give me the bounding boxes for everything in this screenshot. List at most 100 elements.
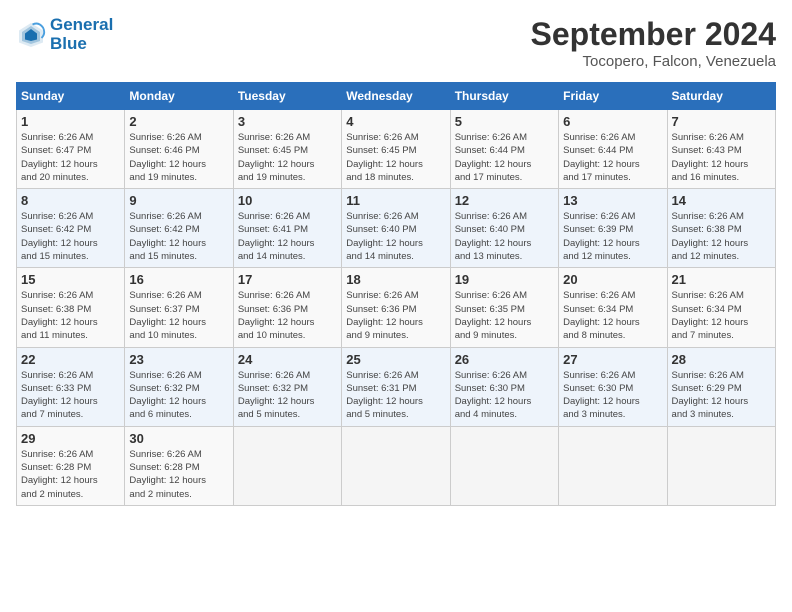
day-info: Sunrise: 6:26 AM Sunset: 6:41 PM Dayligh… bbox=[238, 210, 337, 263]
day-number: 6 bbox=[563, 114, 662, 129]
weekday-header-sunday: Sunday bbox=[17, 83, 125, 110]
week-row-4: 22 Sunrise: 6:26 AM Sunset: 6:33 PM Dayli… bbox=[17, 347, 776, 426]
day-info: Sunrise: 6:26 AM Sunset: 6:42 PM Dayligh… bbox=[129, 210, 228, 263]
day-number: 5 bbox=[455, 114, 554, 129]
day-number: 29 bbox=[21, 431, 120, 446]
day-cell bbox=[667, 426, 775, 505]
day-cell: 1 Sunrise: 6:26 AM Sunset: 6:47 PM Daylig… bbox=[17, 110, 125, 189]
day-number: 24 bbox=[238, 352, 337, 367]
day-info: Sunrise: 6:26 AM Sunset: 6:44 PM Dayligh… bbox=[455, 131, 554, 184]
day-number: 10 bbox=[238, 193, 337, 208]
day-cell: 12 Sunrise: 6:26 AM Sunset: 6:40 PM Dayli… bbox=[450, 189, 558, 268]
day-number: 8 bbox=[21, 193, 120, 208]
day-cell: 9 Sunrise: 6:26 AM Sunset: 6:42 PM Daylig… bbox=[125, 189, 233, 268]
day-info: Sunrise: 6:26 AM Sunset: 6:46 PM Dayligh… bbox=[129, 131, 228, 184]
week-row-5: 29 Sunrise: 6:26 AM Sunset: 6:28 PM Dayli… bbox=[17, 426, 776, 505]
day-number: 15 bbox=[21, 272, 120, 287]
day-info: Sunrise: 6:26 AM Sunset: 6:39 PM Dayligh… bbox=[563, 210, 662, 263]
day-cell: 30Sunrise: 6:26 AM Sunset: 6:28 PM Dayli… bbox=[125, 426, 233, 505]
day-number: 23 bbox=[129, 352, 228, 367]
day-cell: 23 Sunrise: 6:26 AM Sunset: 6:32 PM Dayli… bbox=[125, 347, 233, 426]
logo: General Blue bbox=[16, 16, 113, 53]
day-cell: 27Sunrise: 6:26 AM Sunset: 6:30 PM Dayli… bbox=[559, 347, 667, 426]
day-number: 25 bbox=[346, 352, 445, 367]
day-number: 11 bbox=[346, 193, 445, 208]
day-cell: 11 Sunrise: 6:26 AM Sunset: 6:40 PM Dayli… bbox=[342, 189, 450, 268]
day-info: Sunrise: 6:26 AM Sunset: 6:36 PM Dayligh… bbox=[346, 289, 445, 342]
week-row-3: 15Sunrise: 6:26 AM Sunset: 6:38 PM Dayli… bbox=[17, 268, 776, 347]
day-cell: 15Sunrise: 6:26 AM Sunset: 6:38 PM Dayli… bbox=[17, 268, 125, 347]
day-cell: 18 Sunrise: 6:26 AM Sunset: 6:36 PM Dayli… bbox=[342, 268, 450, 347]
weekday-header-tuesday: Tuesday bbox=[233, 83, 341, 110]
day-cell: 24 Sunrise: 6:26 AM Sunset: 6:32 PM Dayli… bbox=[233, 347, 341, 426]
weekday-header-monday: Monday bbox=[125, 83, 233, 110]
day-number: 21 bbox=[672, 272, 771, 287]
day-number: 14 bbox=[672, 193, 771, 208]
weekday-header-thursday: Thursday bbox=[450, 83, 558, 110]
day-info: Sunrise: 6:26 AM Sunset: 6:28 PM Dayligh… bbox=[129, 448, 228, 501]
calendar-table: SundayMondayTuesdayWednesdayThursdayFrid… bbox=[16, 82, 776, 506]
day-info: Sunrise: 6:26 AM Sunset: 6:32 PM Dayligh… bbox=[129, 369, 228, 422]
day-info: Sunrise: 6:26 AM Sunset: 6:30 PM Dayligh… bbox=[563, 369, 662, 422]
day-number: 12 bbox=[455, 193, 554, 208]
day-info: Sunrise: 6:26 AM Sunset: 6:35 PM Dayligh… bbox=[455, 289, 554, 342]
day-cell: 4 Sunrise: 6:26 AM Sunset: 6:45 PM Daylig… bbox=[342, 110, 450, 189]
day-cell: 20 Sunrise: 6:26 AM Sunset: 6:34 PM Dayli… bbox=[559, 268, 667, 347]
weekday-header-saturday: Saturday bbox=[667, 83, 775, 110]
day-info: Sunrise: 6:26 AM Sunset: 6:33 PM Dayligh… bbox=[21, 369, 120, 422]
day-number: 7 bbox=[672, 114, 771, 129]
day-info: Sunrise: 6:26 AM Sunset: 6:40 PM Dayligh… bbox=[346, 210, 445, 263]
day-info: Sunrise: 6:26 AM Sunset: 6:32 PM Dayligh… bbox=[238, 369, 337, 422]
title-block: September 2024 Tocopero, Falcon, Venezue… bbox=[531, 16, 776, 70]
day-info: Sunrise: 6:26 AM Sunset: 6:31 PM Dayligh… bbox=[346, 369, 445, 422]
day-number: 22 bbox=[21, 352, 120, 367]
day-number: 18 bbox=[346, 272, 445, 287]
day-info: Sunrise: 6:26 AM Sunset: 6:30 PM Dayligh… bbox=[455, 369, 554, 422]
day-cell: 13 Sunrise: 6:26 AM Sunset: 6:39 PM Dayli… bbox=[559, 189, 667, 268]
day-cell bbox=[342, 426, 450, 505]
day-number: 20 bbox=[563, 272, 662, 287]
day-cell: 22 Sunrise: 6:26 AM Sunset: 6:33 PM Dayli… bbox=[17, 347, 125, 426]
day-number: 2 bbox=[129, 114, 228, 129]
day-info: Sunrise: 6:26 AM Sunset: 6:34 PM Dayligh… bbox=[563, 289, 662, 342]
weekday-header-wednesday: Wednesday bbox=[342, 83, 450, 110]
day-number: 28 bbox=[672, 352, 771, 367]
day-info: Sunrise: 6:26 AM Sunset: 6:43 PM Dayligh… bbox=[672, 131, 771, 184]
day-number: 19 bbox=[455, 272, 554, 287]
day-info: Sunrise: 6:26 AM Sunset: 6:40 PM Dayligh… bbox=[455, 210, 554, 263]
day-number: 26 bbox=[455, 352, 554, 367]
day-info: Sunrise: 6:26 AM Sunset: 6:45 PM Dayligh… bbox=[238, 131, 337, 184]
weekday-header-friday: Friday bbox=[559, 83, 667, 110]
day-info: Sunrise: 6:26 AM Sunset: 6:37 PM Dayligh… bbox=[129, 289, 228, 342]
day-cell: 28 Sunrise: 6:26 AM Sunset: 6:29 PM Dayli… bbox=[667, 347, 775, 426]
day-info: Sunrise: 6:26 AM Sunset: 6:45 PM Dayligh… bbox=[346, 131, 445, 184]
logo-icon bbox=[16, 20, 46, 50]
day-number: 13 bbox=[563, 193, 662, 208]
day-number: 1 bbox=[21, 114, 120, 129]
week-row-1: 1 Sunrise: 6:26 AM Sunset: 6:47 PM Daylig… bbox=[17, 110, 776, 189]
day-number: 17 bbox=[238, 272, 337, 287]
day-cell: 3 Sunrise: 6:26 AM Sunset: 6:45 PM Daylig… bbox=[233, 110, 341, 189]
day-cell: 19 Sunrise: 6:26 AM Sunset: 6:35 PM Dayli… bbox=[450, 268, 558, 347]
weekday-header-row: SundayMondayTuesdayWednesdayThursdayFrid… bbox=[17, 83, 776, 110]
week-row-2: 8 Sunrise: 6:26 AM Sunset: 6:42 PM Daylig… bbox=[17, 189, 776, 268]
day-cell: 7 Sunrise: 6:26 AM Sunset: 6:43 PM Daylig… bbox=[667, 110, 775, 189]
day-info: Sunrise: 6:26 AM Sunset: 6:29 PM Dayligh… bbox=[672, 369, 771, 422]
day-cell: 17 Sunrise: 6:26 AM Sunset: 6:36 PM Dayli… bbox=[233, 268, 341, 347]
day-number: 3 bbox=[238, 114, 337, 129]
month-title: September 2024 bbox=[531, 16, 776, 53]
day-number: 16 bbox=[129, 272, 228, 287]
day-cell: 26 Sunrise: 6:26 AM Sunset: 6:30 PM Dayli… bbox=[450, 347, 558, 426]
day-info: Sunrise: 6:26 AM Sunset: 6:47 PM Dayligh… bbox=[21, 131, 120, 184]
day-cell bbox=[233, 426, 341, 505]
day-info: Sunrise: 6:26 AM Sunset: 6:36 PM Dayligh… bbox=[238, 289, 337, 342]
day-cell: 14Sunrise: 6:26 AM Sunset: 6:38 PM Dayli… bbox=[667, 189, 775, 268]
day-info: Sunrise: 6:26 AM Sunset: 6:34 PM Dayligh… bbox=[672, 289, 771, 342]
day-cell: 16 Sunrise: 6:26 AM Sunset: 6:37 PM Dayli… bbox=[125, 268, 233, 347]
day-number: 4 bbox=[346, 114, 445, 129]
day-info: Sunrise: 6:26 AM Sunset: 6:28 PM Dayligh… bbox=[21, 448, 120, 501]
day-number: 9 bbox=[129, 193, 228, 208]
day-cell: 25 Sunrise: 6:26 AM Sunset: 6:31 PM Dayli… bbox=[342, 347, 450, 426]
day-cell: 6Sunrise: 6:26 AM Sunset: 6:44 PM Daylig… bbox=[559, 110, 667, 189]
day-cell: 29 Sunrise: 6:26 AM Sunset: 6:28 PM Dayli… bbox=[17, 426, 125, 505]
